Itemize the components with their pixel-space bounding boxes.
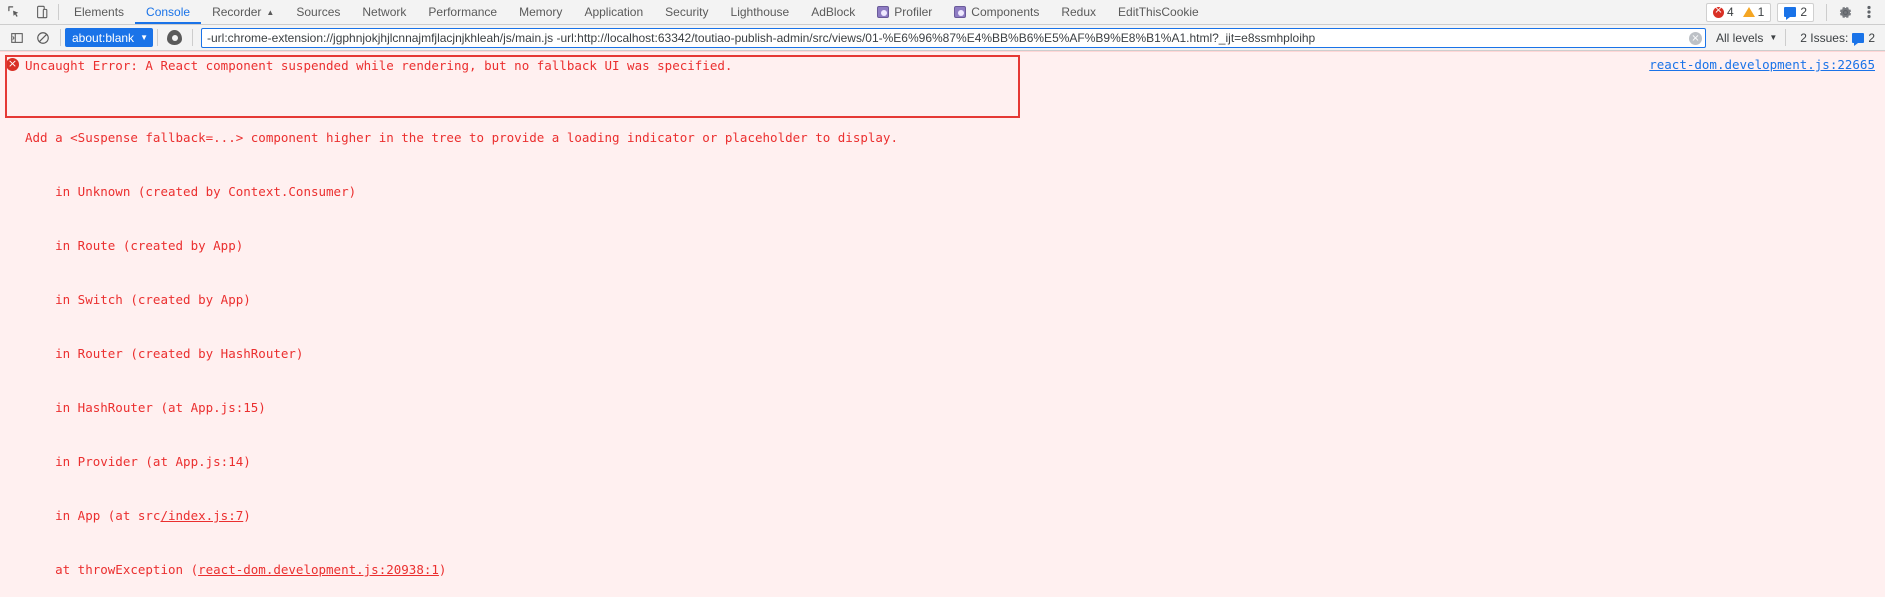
error-circle-icon bbox=[1712, 4, 1724, 18]
error-count: 4 bbox=[1726, 5, 1734, 19]
source-link[interactable]: react-dom.development.js:20938:1 bbox=[198, 562, 439, 577]
message-count: 2 bbox=[1800, 5, 1807, 19]
console-message-list[interactable]: Uncaught Error: A React component suspen… bbox=[0, 51, 1885, 597]
issues-label: 2 Issues: bbox=[1800, 30, 1849, 45]
error-text-line-2: Add a <Suspense fallback=...> component … bbox=[25, 130, 898, 145]
warning-triangle-icon bbox=[1742, 7, 1755, 17]
tab-performance[interactable]: Performance bbox=[417, 0, 508, 24]
message-bubble-icon bbox=[1852, 32, 1865, 46]
tab-sources[interactable]: Sources bbox=[285, 0, 351, 24]
issues-summary-button[interactable]: 2 Issues: 2 bbox=[1794, 28, 1881, 48]
message-bubble-icon bbox=[1784, 7, 1797, 20]
error-warning-counter[interactable]: 4 1 bbox=[1705, 2, 1772, 22]
js-context-value: about:blank bbox=[72, 30, 135, 45]
tab-label: Redux bbox=[1061, 4, 1097, 19]
source-link[interactable]: /index.js:7 bbox=[160, 508, 243, 523]
stack-frame: in HashRouter (at App.js:15) bbox=[25, 400, 266, 415]
toolbar-divider bbox=[1785, 29, 1787, 46]
console-filter-toolbar: about:blank ▼ × All levels ▼ 2 Issues: 2 bbox=[0, 25, 1885, 51]
clear-filter-icon[interactable]: × bbox=[1689, 31, 1702, 45]
warning-count: 1 bbox=[1757, 5, 1765, 19]
tab-label: Recorder bbox=[212, 4, 262, 19]
stack-frame: in Provider (at App.js:14) bbox=[25, 454, 251, 469]
filter-input-container[interactable]: × bbox=[200, 27, 1706, 48]
tab-label: Components bbox=[971, 4, 1040, 19]
tab-adblock[interactable]: AdBlock bbox=[800, 0, 866, 24]
error-header: Uncaught Error: A React component suspen… bbox=[0, 55, 1885, 75]
tab-label: AdBlock bbox=[811, 4, 856, 19]
live-expression-eye-icon[interactable] bbox=[162, 26, 188, 50]
clear-console-icon[interactable] bbox=[30, 26, 56, 50]
tab-lighthouse[interactable]: Lighthouse bbox=[720, 0, 801, 24]
stack-frame: in Switch (created by App) bbox=[25, 292, 251, 307]
tab-network[interactable]: Network bbox=[351, 0, 417, 24]
error-source-link[interactable]: react-dom.development.js:22665 bbox=[1649, 57, 1875, 72]
issues-count: 2 bbox=[1868, 30, 1875, 45]
tab-label: Sources bbox=[296, 4, 341, 19]
extension-badge-icon bbox=[954, 6, 967, 18]
tab-console[interactable]: Console bbox=[135, 0, 201, 24]
toolbar-divider bbox=[156, 29, 158, 46]
device-toolbar-icon[interactable] bbox=[28, 0, 56, 24]
js-context-selector[interactable]: about:blank ▼ bbox=[65, 28, 153, 47]
gear-icon[interactable] bbox=[1833, 0, 1857, 24]
extension-badge-icon bbox=[877, 6, 890, 18]
tab-label: Console bbox=[146, 4, 191, 19]
issues-counter[interactable]: 2 bbox=[1777, 2, 1814, 22]
more-options-icon[interactable] bbox=[1857, 0, 1881, 24]
tab-label: Performance bbox=[428, 4, 498, 19]
tab-label: Network bbox=[362, 4, 407, 19]
stack-frame: in Route (created by App) bbox=[25, 238, 244, 253]
log-level-value: All levels bbox=[1716, 30, 1764, 45]
stack-frame: in App (at src/index.js:7) bbox=[25, 508, 251, 523]
toolbar-divider bbox=[191, 29, 193, 46]
tab-recorder[interactable]: Recorder ▲ bbox=[201, 0, 285, 24]
triangle-up-icon: ▲ bbox=[266, 7, 275, 17]
toolbar-divider bbox=[1826, 3, 1827, 21]
tab-label: Profiler bbox=[894, 4, 933, 19]
chevron-down-icon: ▼ bbox=[140, 33, 148, 42]
error-stack-trace: Add a <Suspense fallback=...> component … bbox=[0, 93, 1885, 597]
inspect-element-icon[interactable] bbox=[0, 0, 28, 24]
stack-frame: in Unknown (created by Context.Consumer) bbox=[25, 184, 357, 199]
eye-icon bbox=[167, 30, 183, 45]
tab-security[interactable]: Security bbox=[654, 0, 719, 24]
error-circle-icon bbox=[6, 56, 19, 71]
console-error-message[interactable]: Uncaught Error: A React component suspen… bbox=[0, 51, 1885, 597]
console-sidebar-toggle-icon[interactable] bbox=[4, 26, 30, 50]
toolbar-divider bbox=[60, 29, 61, 46]
tab-redux[interactable]: Redux bbox=[1050, 0, 1107, 24]
filter-input[interactable] bbox=[201, 28, 1705, 47]
devtools-tabbar: Elements Console Recorder ▲ Sources Netw… bbox=[0, 0, 1885, 25]
log-level-selector[interactable]: All levels ▼ bbox=[1710, 28, 1781, 48]
tab-editthiscookie[interactable]: EditThisCookie bbox=[1107, 0, 1210, 24]
tabbar-right-group: 4 1 2 bbox=[1705, 0, 1885, 24]
stack-frame: in Router (created by HashRouter) bbox=[25, 346, 304, 361]
toolbar-divider bbox=[58, 4, 59, 20]
tab-label: Security bbox=[665, 4, 709, 19]
stack-frame: at throwException (react-dom.development… bbox=[25, 562, 447, 577]
tab-application[interactable]: Application bbox=[573, 0, 654, 24]
tab-label: Application bbox=[584, 4, 644, 19]
tab-label: EditThisCookie bbox=[1118, 4, 1199, 19]
tab-label: Lighthouse bbox=[730, 4, 790, 19]
tab-memory[interactable]: Memory bbox=[508, 0, 573, 24]
chevron-down-icon: ▼ bbox=[1769, 33, 1778, 42]
tab-label: Elements bbox=[74, 4, 125, 19]
tab-components[interactable]: Components bbox=[943, 0, 1050, 24]
tab-label: Memory bbox=[519, 4, 563, 19]
error-text-line-1: Uncaught Error: A React component suspen… bbox=[25, 58, 733, 73]
tab-profiler[interactable]: Profiler bbox=[866, 0, 943, 24]
tab-elements[interactable]: Elements bbox=[63, 0, 135, 24]
